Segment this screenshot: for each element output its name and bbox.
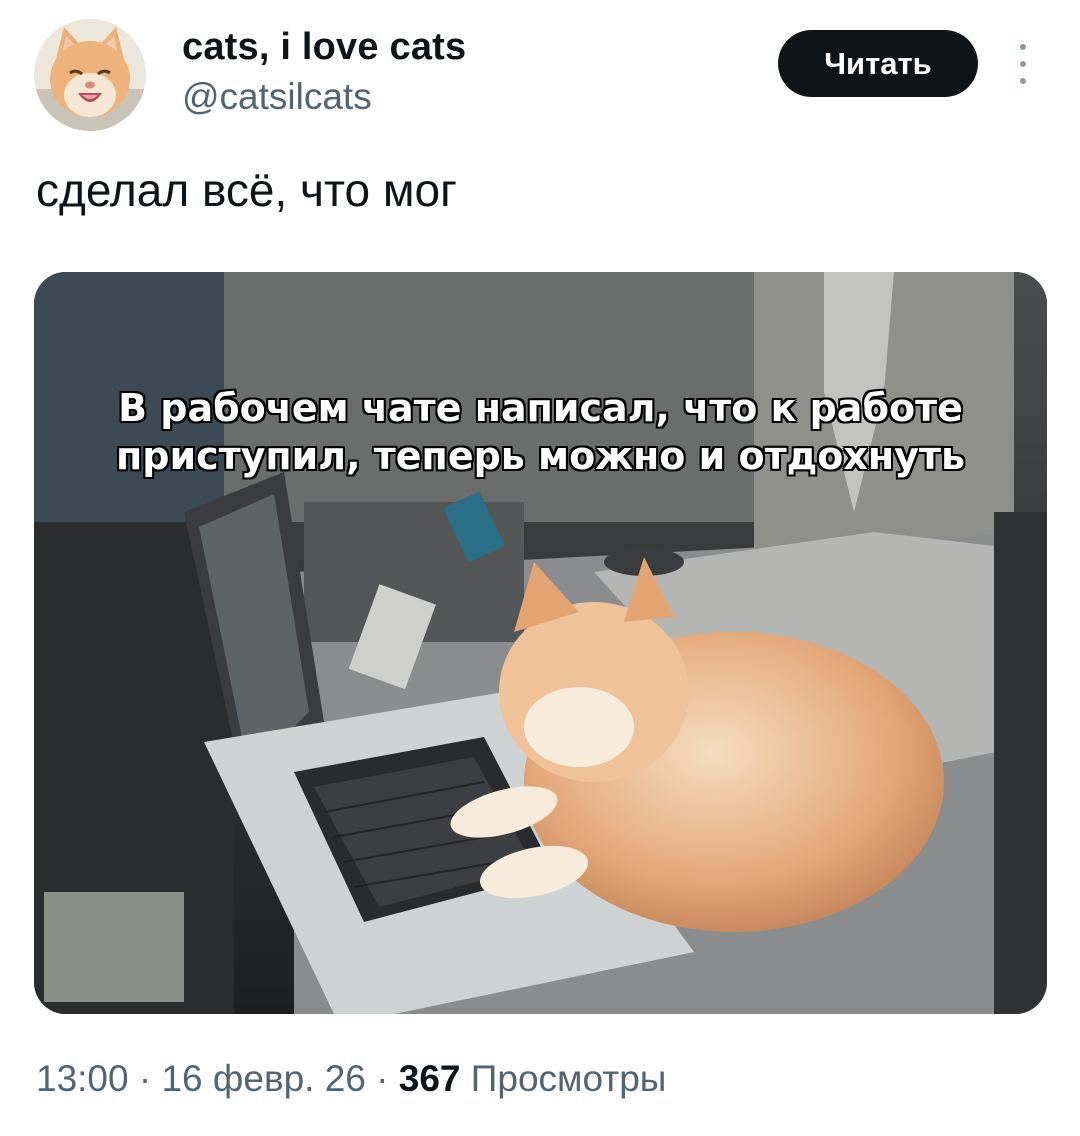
tweet-text: сделал всё, что мог [36,164,457,216]
views-label: Просмотры [470,1058,667,1099]
tweet-meta: 13:00 · 16 февр. 26 · 367 Просмотры [36,1058,666,1100]
dot [1020,78,1026,84]
more-vertical-icon[interactable] [1014,44,1032,84]
views-count: 367 [398,1058,461,1099]
tweet-time[interactable]: 13:00 [36,1058,129,1099]
tweet-media-image[interactable]: В рабочем чате написал, что к работе при… [34,272,1047,1014]
cat-avatar-icon [34,19,146,131]
dot [1020,61,1026,67]
tweet-date[interactable]: 16 февр. 26 [161,1058,365,1099]
meme-caption: В рабочем чате написал, что к работе при… [34,384,1047,480]
meta-separator: · [365,1058,399,1099]
caption-line-2: приступил, теперь можно и отдохнуть [115,434,965,478]
caption-line-1: В рабочем чате написал, что к работе [118,386,963,430]
author-handle[interactable]: @catsilcats [182,76,372,118]
tweet: cats, i love cats @catsilcats Читать сде… [0,0,1080,1136]
follow-button[interactable]: Читать [778,30,978,97]
author-display-name[interactable]: cats, i love cats [182,26,466,69]
author-avatar[interactable] [34,19,146,131]
dot [1020,44,1026,50]
meta-separator: · [128,1058,162,1099]
